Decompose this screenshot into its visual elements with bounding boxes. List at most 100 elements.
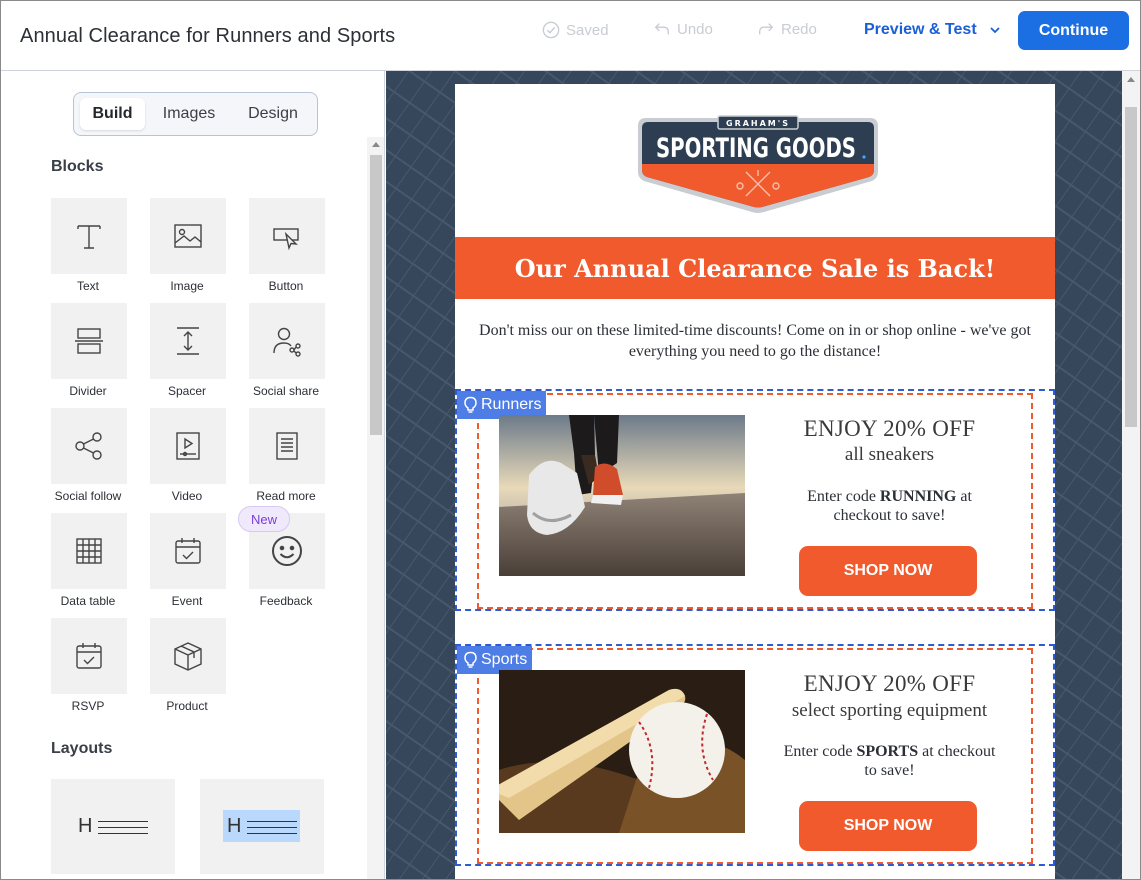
section-tag-label: Runners xyxy=(481,396,542,413)
saved-status: Saved xyxy=(542,21,609,39)
layout-lines xyxy=(98,821,148,839)
promo-code: RUNNING xyxy=(879,488,957,505)
block-label-button: Button xyxy=(268,279,304,293)
block-data-table[interactable] xyxy=(51,513,127,589)
code-prefix: Enter code xyxy=(783,743,853,760)
block-read-more[interactable] xyxy=(249,408,325,484)
tab-images[interactable]: Images xyxy=(150,98,228,130)
email-body: GRAHAM'S SPORTING GOODS Our Annual Clear… xyxy=(455,84,1055,879)
layout-heading-text-highlight[interactable]: H xyxy=(200,779,324,874)
block-spacer[interactable] xyxy=(150,303,226,379)
block-label-rsvp: RSVP xyxy=(71,699,105,713)
offer-subline[interactable]: select sporting equipment xyxy=(757,700,1022,722)
block-divider[interactable] xyxy=(51,303,127,379)
block-label-social-share: Social share xyxy=(252,384,320,398)
continue-button[interactable]: Continue xyxy=(1018,11,1129,50)
video-icon xyxy=(176,432,200,460)
intro-paragraph[interactable]: Don't miss our on these limited-time dis… xyxy=(479,320,1031,362)
preview-test-dropdown[interactable]: Preview & Test xyxy=(864,21,1001,39)
offer-headline[interactable]: ENJOY 20% OFF xyxy=(757,671,1022,697)
block-image[interactable] xyxy=(150,198,226,274)
tab-design[interactable]: Design xyxy=(234,98,312,130)
preview-label: Preview & Test xyxy=(864,21,977,38)
redo-label: Redo xyxy=(781,20,817,38)
button-icon xyxy=(273,228,299,251)
new-badge: New xyxy=(238,506,290,532)
page-title: Annual Clearance for Runners and Sports xyxy=(20,25,396,47)
baseball-photo[interactable] xyxy=(499,670,745,833)
left-sidebar: Build Images Design Blocks Text Image Bu… xyxy=(1,71,385,879)
block-label-data-table: Data table xyxy=(60,594,116,608)
block-text[interactable] xyxy=(51,198,127,274)
banner-text: Our Annual Clearance Sale is Back! xyxy=(514,253,996,283)
undo-button[interactable]: Undo xyxy=(653,20,713,38)
block-video[interactable] xyxy=(150,408,226,484)
block-label-divider: Divider xyxy=(69,384,107,398)
lightbulb-icon xyxy=(464,651,477,668)
block-label-image: Image xyxy=(170,279,204,293)
layout-glyph: H xyxy=(78,815,93,837)
sidebar-scrollbar[interactable] xyxy=(367,137,384,879)
feedback-icon xyxy=(272,536,302,566)
logo-main-text: SPORTING GOODS xyxy=(656,133,856,164)
block-label-social-follow: Social follow xyxy=(54,489,122,503)
section-sports[interactable]: Sports ENJOY 20% OFF select sporting equ… xyxy=(455,644,1055,866)
lightbulb-icon xyxy=(464,396,477,413)
block-button[interactable] xyxy=(249,198,325,274)
redo-button[interactable]: Redo xyxy=(757,20,817,38)
undo-label: Undo xyxy=(677,20,713,38)
block-label-event: Event xyxy=(171,594,203,608)
read-more-icon xyxy=(276,432,298,460)
layouts-heading: Layouts xyxy=(51,740,113,757)
block-label-spacer: Spacer xyxy=(167,384,207,398)
offer-code-text[interactable]: Enter code SPORTS at checkout to save! xyxy=(777,742,1002,780)
promo-code: SPORTS xyxy=(856,743,919,760)
block-label-video: Video xyxy=(171,489,203,503)
section-runners[interactable]: Runners ENJOY 20% OFF all sneakers Enter… xyxy=(455,389,1055,611)
scroll-up-arrow-icon[interactable] xyxy=(1127,77,1135,82)
layout-lines-2 xyxy=(247,821,297,839)
text-icon xyxy=(77,225,101,249)
blocks-heading: Blocks xyxy=(51,158,104,175)
code-prefix: Enter code xyxy=(807,488,876,505)
block-event[interactable] xyxy=(150,513,226,589)
layout-heading-text[interactable]: H xyxy=(51,779,175,874)
event-icon xyxy=(175,538,201,564)
block-label-read-more: Read more xyxy=(256,489,316,503)
redo-icon xyxy=(759,23,774,35)
tab-build[interactable]: Build xyxy=(80,98,145,130)
offer-subline[interactable]: all sneakers xyxy=(757,444,1022,466)
editor-window: Annual Clearance for Runners and Sports … xyxy=(0,0,1141,880)
saved-label: Saved xyxy=(566,21,609,39)
sporting-goods-logo[interactable]: GRAHAM'S SPORTING GOODS xyxy=(636,110,880,214)
check-circle-icon xyxy=(542,21,560,39)
top-bar: Annual Clearance for Runners and Sports … xyxy=(1,1,1140,71)
sneaker-photo[interactable] xyxy=(499,415,745,576)
sidebar-scroll-thumb[interactable] xyxy=(370,155,382,435)
block-product[interactable] xyxy=(150,618,226,694)
canvas-scroll-thumb[interactable] xyxy=(1125,107,1137,427)
data-table-icon xyxy=(76,538,102,564)
shop-now-button[interactable]: SHOP NOW xyxy=(799,546,977,596)
spacer-icon xyxy=(177,327,199,355)
social-share-icon xyxy=(273,327,301,357)
block-social-follow[interactable] xyxy=(51,408,127,484)
divider-icon xyxy=(75,328,103,354)
chevron-down-icon xyxy=(990,27,1000,34)
section-tag-label: Sports xyxy=(481,651,528,668)
undo-icon xyxy=(654,23,669,35)
shop-now-button[interactable]: SHOP NOW xyxy=(799,801,977,851)
canvas-scrollbar[interactable] xyxy=(1122,71,1140,879)
product-icon xyxy=(174,642,202,671)
block-social-share[interactable] xyxy=(249,303,325,379)
offer-code-text[interactable]: Enter code RUNNING at checkout to save! xyxy=(777,487,1002,525)
headline-banner[interactable]: Our Annual Clearance Sale is Back! xyxy=(455,237,1055,299)
block-label-text: Text xyxy=(76,279,99,293)
scroll-up-arrow-icon[interactable] xyxy=(372,142,380,147)
offer-headline[interactable]: ENJOY 20% OFF xyxy=(757,416,1022,442)
layout-glyph-2: H xyxy=(227,815,242,837)
logo-top-text: GRAHAM'S xyxy=(726,119,790,128)
block-label-product: Product xyxy=(166,699,208,713)
rsvp-icon xyxy=(76,643,102,669)
block-rsvp[interactable] xyxy=(51,618,127,694)
